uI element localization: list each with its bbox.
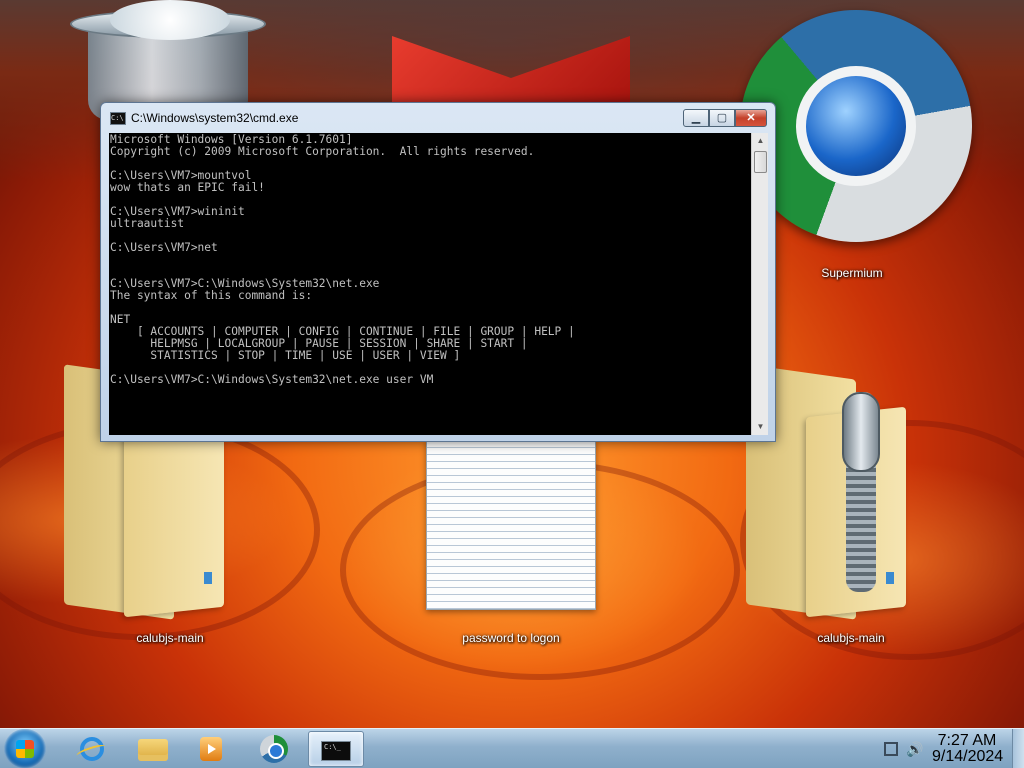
cmd-icon: C:\ — [110, 112, 126, 125]
start-button[interactable] — [4, 729, 46, 768]
windows-logo-icon — [16, 740, 34, 758]
console-line: C:\Users\VM7>C:\Windows\System32\net.exe… — [110, 373, 434, 386]
taskbar-internet-explorer[interactable] — [62, 731, 118, 767]
zip-folder-label: calubjs-main — [817, 631, 885, 645]
clock-time: 7:27 AM — [937, 732, 997, 749]
console-output[interactable]: Microsoft Windows [Version 6.1.7601] Copy… — [109, 133, 751, 435]
console-line: wow thats an EPIC fail! — [110, 181, 265, 194]
console-line: The syntax of this command is: — [110, 289, 313, 302]
scroll-thumb[interactable] — [754, 151, 767, 173]
taskbar-media-player[interactable] — [182, 731, 238, 767]
wallpaper-red-shape — [392, 36, 630, 106]
taskbar-supermium[interactable] — [244, 731, 300, 767]
folder-left-label: calubjs-main — [136, 631, 204, 645]
cmd-icon: C:\_ — [321, 741, 351, 761]
vertical-scrollbar[interactable]: ▲ ▼ — [751, 133, 768, 435]
zipper-pull-icon — [842, 392, 880, 472]
supermium-icon — [260, 735, 288, 763]
internet-explorer-icon — [80, 737, 104, 761]
network-icon[interactable] — [884, 742, 898, 756]
notepad-label: password to logon — [462, 631, 560, 645]
console-line: Copyright (c) 2009 Microsoft Corporation… — [110, 145, 535, 158]
window-controls: ▁ ▢ ✕ — [683, 109, 767, 129]
clock[interactable]: 7:27 AM 9/14/2024 — [932, 732, 1004, 765]
close-button[interactable]: ✕ — [735, 109, 767, 127]
console-line: C:\Users\VM7>net — [110, 241, 218, 254]
clock-date: 9/14/2024 — [932, 748, 1004, 765]
show-desktop-button[interactable] — [1012, 729, 1024, 768]
taskbar-windows-explorer[interactable] — [122, 731, 178, 767]
console-line: C:\Users\VM7>wininit — [110, 205, 245, 218]
taskbar-command-prompt[interactable]: C:\_ — [308, 731, 364, 767]
cmd-window[interactable]: C:\ C:\Windows\system32\cmd.exe ▁ ▢ ✕ Mi… — [100, 102, 776, 442]
volume-icon[interactable]: 🔊 — [906, 741, 923, 758]
scroll-down-icon[interactable]: ▼ — [752, 419, 769, 435]
console-line: ultraautist — [110, 217, 185, 230]
supermium-label: Supermium — [821, 266, 883, 280]
window-title: C:\Windows\system32\cmd.exe — [131, 111, 299, 125]
maximize-button[interactable]: ▢ — [709, 109, 735, 127]
notepad-icon[interactable] — [426, 440, 596, 610]
media-player-icon — [200, 737, 222, 761]
minimize-button[interactable]: ▁ — [683, 109, 709, 127]
console-line: STATISTICS | STOP | TIME | USE | USER | … — [110, 349, 461, 362]
title-bar[interactable]: C:\ C:\Windows\system32\cmd.exe ▁ ▢ ✕ — [101, 103, 775, 133]
scroll-up-icon[interactable]: ▲ — [752, 133, 769, 149]
taskbar: C:\_ 🔊 7:27 AM 9/14/2024 — [0, 728, 1024, 768]
folder-icon — [138, 739, 168, 761]
